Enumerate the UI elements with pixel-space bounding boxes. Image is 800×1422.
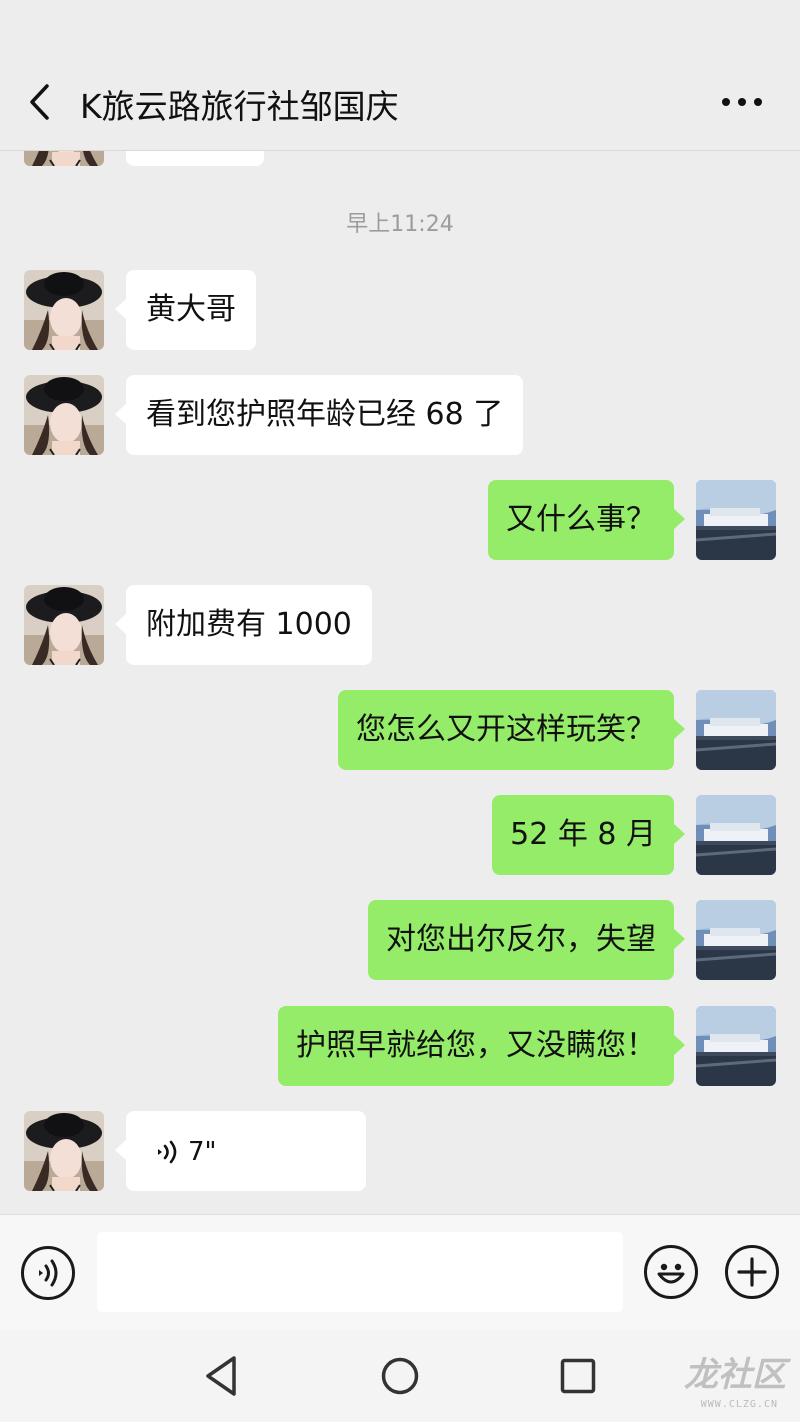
voice-message-bubble[interactable]: 7" bbox=[115, 1111, 366, 1191]
message-text: 52 年 8 月 bbox=[510, 817, 656, 852]
message-list[interactable]: 早上11:24 黄大哥 看到您护照年龄已经 68 了 又什么事？ 附加费有 10… bbox=[0, 151, 800, 1214]
message-timestamp: 早上11:24 bbox=[346, 212, 454, 237]
message-text: 对您出尔反尔，失望 bbox=[386, 922, 656, 957]
self-avatar[interactable] bbox=[696, 480, 776, 560]
circle-home-icon bbox=[381, 1357, 419, 1395]
message-bubble[interactable]: 看到您护照年龄已经 68 了 bbox=[114, 375, 524, 455]
contact-avatar[interactable] bbox=[24, 585, 104, 665]
message-text: 您怎么又开这样玩笑？ bbox=[356, 712, 656, 747]
message-bubble[interactable] bbox=[126, 151, 264, 166]
title-bar: K旅云路旅行社邹国庆 bbox=[0, 0, 800, 151]
voice-duration: 7" bbox=[188, 1137, 217, 1167]
self-avatar[interactable] bbox=[696, 900, 776, 980]
message-input[interactable] bbox=[97, 1232, 623, 1312]
voice-wave-icon bbox=[158, 1140, 177, 1163]
message-bubble[interactable]: 52 年 8 月 bbox=[492, 795, 685, 875]
nav-recents-button[interactable] bbox=[560, 1358, 596, 1398]
self-avatar[interactable] bbox=[696, 795, 776, 875]
watermark-logo: 龙社区 bbox=[684, 1355, 786, 1395]
plus-icon bbox=[737, 1257, 767, 1287]
message-text: 看到您护照年龄已经 68 了 bbox=[146, 397, 504, 432]
message-text: 又什么事？ bbox=[506, 502, 656, 537]
chevron-left-icon bbox=[30, 84, 49, 120]
message-bubble[interactable]: 对您出尔反尔，失望 bbox=[368, 900, 685, 980]
voice-mode-icon bbox=[39, 1259, 58, 1287]
message-bubble[interactable]: 护照早就给您，又没瞒您！ bbox=[278, 1006, 685, 1086]
contact-avatar[interactable] bbox=[24, 151, 104, 166]
chat-title: K旅云路旅行社邹国庆 bbox=[80, 87, 399, 126]
message-text: 护照早就给您，又没瞒您！ bbox=[296, 1028, 656, 1063]
message-bubble[interactable]: 又什么事？ bbox=[488, 480, 685, 560]
message-bubble[interactable]: 黄大哥 bbox=[115, 270, 256, 350]
voice-mode-button[interactable] bbox=[21, 1246, 75, 1300]
more-functions-button[interactable] bbox=[725, 1245, 779, 1299]
system-nav-bar: 龙社区 WWW.CLZG.CN bbox=[0, 1330, 800, 1422]
contact-avatar[interactable] bbox=[24, 270, 104, 350]
nav-home-button[interactable] bbox=[380, 1356, 420, 1400]
message-bubble[interactable]: 您怎么又开这样玩笑？ bbox=[338, 690, 685, 770]
self-avatar[interactable] bbox=[696, 690, 776, 770]
contact-avatar[interactable] bbox=[24, 1111, 104, 1191]
message-text: 附加费有 1000 bbox=[146, 607, 352, 642]
emoji-icon bbox=[657, 1263, 685, 1284]
input-bar bbox=[0, 1214, 800, 1330]
watermark-url: WWW.CLZG.CN bbox=[700, 1399, 778, 1410]
square-recents-icon bbox=[560, 1358, 596, 1394]
back-button[interactable] bbox=[22, 82, 62, 122]
more-button[interactable] bbox=[720, 84, 764, 120]
message-text: 黄大哥 bbox=[146, 292, 236, 327]
contact-avatar[interactable] bbox=[24, 375, 104, 455]
more-dots-icon bbox=[722, 98, 762, 106]
nav-back-button[interactable] bbox=[200, 1354, 244, 1402]
triangle-back-icon bbox=[206, 1356, 236, 1396]
message-bubble[interactable]: 附加费有 1000 bbox=[115, 585, 372, 665]
self-avatar[interactable] bbox=[696, 1006, 776, 1086]
emoji-button[interactable] bbox=[644, 1245, 698, 1299]
